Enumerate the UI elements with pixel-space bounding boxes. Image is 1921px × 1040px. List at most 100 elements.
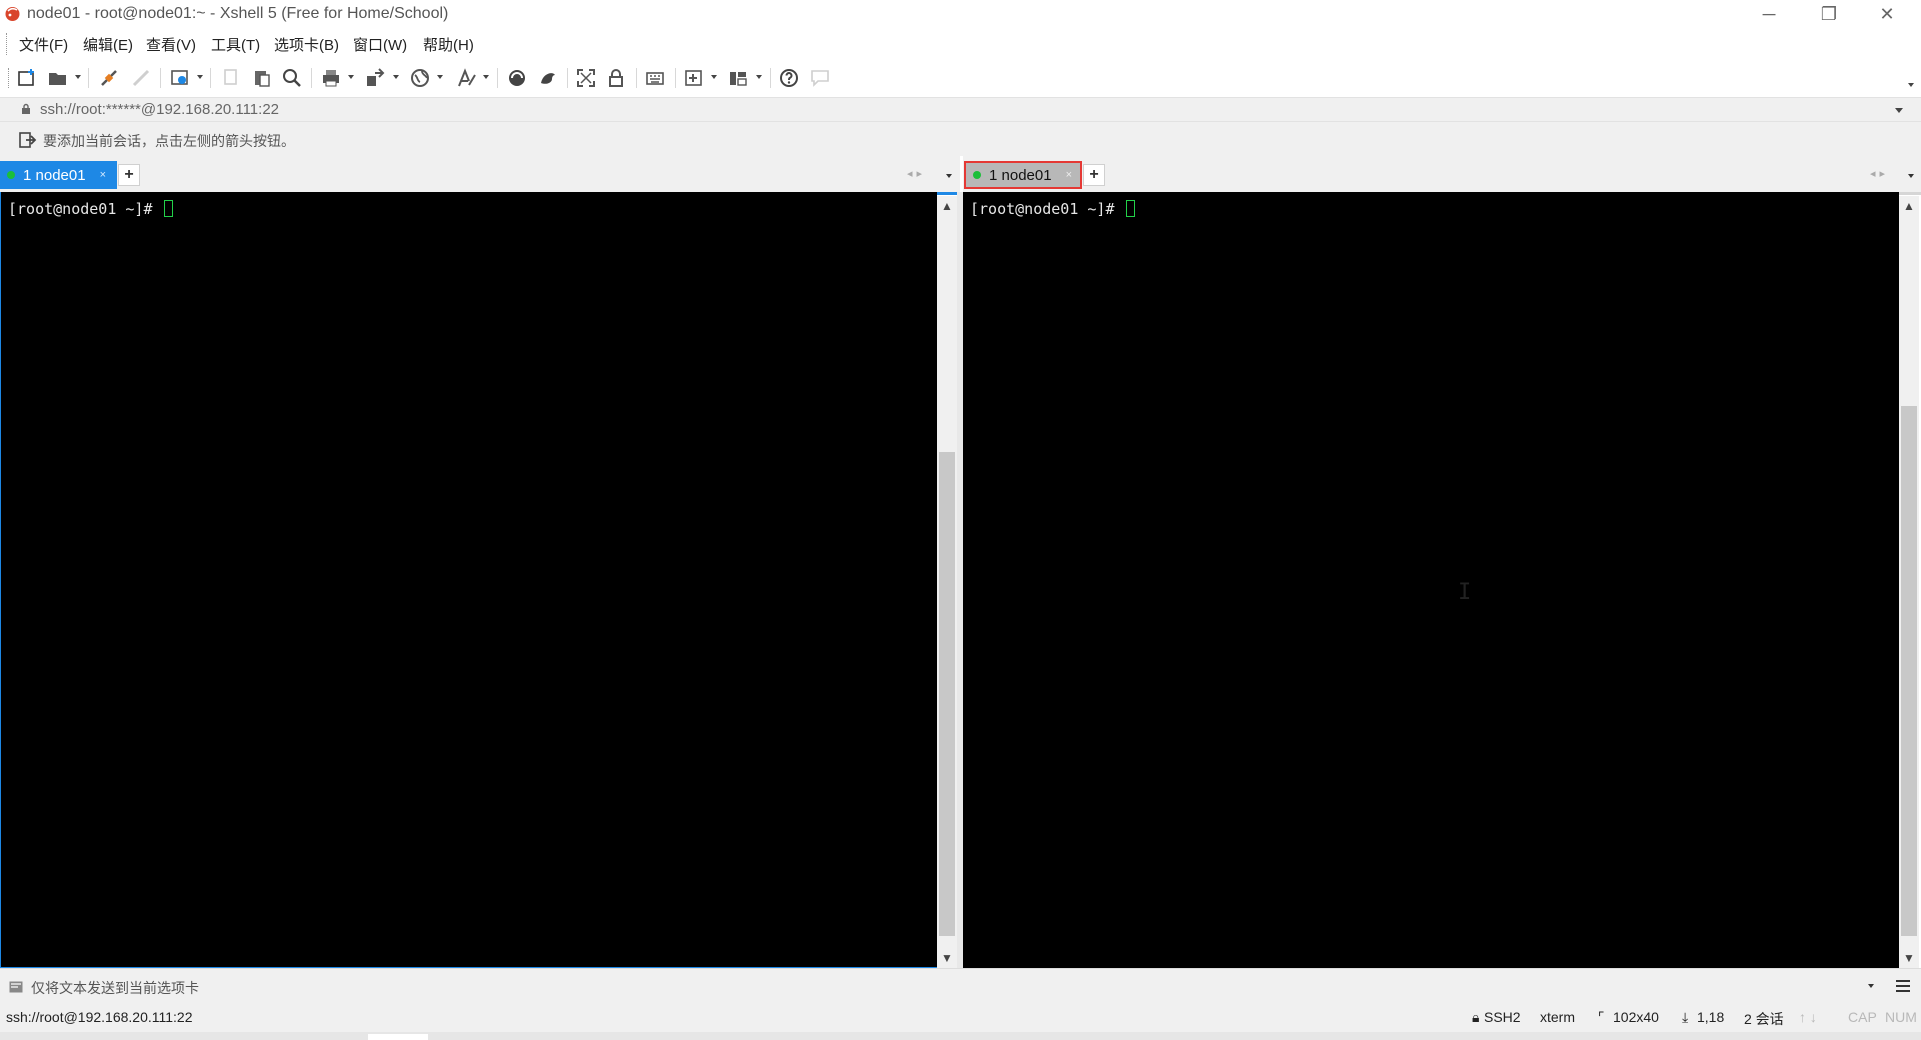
taskbar-item[interactable] <box>368 1034 428 1040</box>
reconnect-button[interactable] <box>96 65 122 91</box>
fullscreen-button[interactable] <box>573 65 599 91</box>
menu-tabs[interactable]: 选项卡(B) <box>274 34 339 55</box>
globe-button[interactable] <box>407 65 433 91</box>
status-size: 102x40 <box>1613 1009 1659 1025</box>
new-tab-button[interactable] <box>681 65 707 91</box>
chat-icon <box>811 70 829 87</box>
copy-button[interactable] <box>218 65 244 91</box>
toolbar-overflow-arrow[interactable] <box>1908 83 1914 87</box>
layout-button[interactable] <box>725 65 751 91</box>
print-icon <box>323 70 339 87</box>
new-session-button[interactable] <box>14 65 40 91</box>
transfer-button[interactable] <box>362 65 388 91</box>
toolbar-separator <box>770 68 771 88</box>
session-bar: 要添加当前会话，点击左侧的箭头按钮。 <box>0 122 1921 156</box>
scroll-thumb[interactable] <box>1901 406 1917 936</box>
globe-dropdown-arrow[interactable] <box>437 75 443 79</box>
disconnect-button[interactable] <box>128 65 154 91</box>
scroll-down-icon[interactable]: ▼ <box>937 948 957 968</box>
font-dropdown-arrow[interactable] <box>483 75 489 79</box>
tab-scroll-arrows[interactable]: ◂▸ <box>1870 167 1889 180</box>
tab-close-icon[interactable]: × <box>100 169 106 181</box>
status-cap: CAP <box>1848 1009 1877 1025</box>
compose-dropdown-arrow[interactable] <box>1868 984 1874 988</box>
address-input[interactable]: ssh://root:******@192.168.20.111:22 <box>40 101 279 118</box>
add-session-arrow-icon[interactable] <box>19 132 37 148</box>
layout-dropdown-arrow[interactable] <box>756 75 762 79</box>
scroll-up-icon[interactable]: ▲ <box>1899 196 1919 216</box>
help-icon <box>780 69 798 87</box>
compose-bar[interactable]: 仅将文本发送到当前选项卡 <box>0 968 1921 1002</box>
tab-left-node01[interactable]: 1 node01 × <box>0 161 117 189</box>
keyboard-button[interactable] <box>642 65 668 91</box>
menu-help[interactable]: 帮助(H) <box>423 34 474 55</box>
shell-prompt: [root@node01 ~]# <box>8 200 162 218</box>
open-folder-icon <box>49 73 66 85</box>
paste-button[interactable] <box>249 65 275 91</box>
scroll-up-icon[interactable]: ▲ <box>937 196 957 216</box>
toolbar-separator <box>636 68 637 88</box>
status-position: 1,18 <box>1697 1009 1725 1025</box>
left-terminal[interactable]: [root@node01 ~]# <box>0 192 937 968</box>
close-window-button[interactable]: ✕ <box>1858 0 1916 29</box>
menu-tools[interactable]: 工具(T) <box>211 34 260 55</box>
status-num: NUM <box>1885 1009 1917 1025</box>
restore-button[interactable]: ❐ <box>1800 0 1858 29</box>
address-dropdown-arrow[interactable] <box>1895 108 1903 113</box>
help-button[interactable] <box>776 65 802 91</box>
transfer-dropdown-arrow[interactable] <box>393 75 399 79</box>
xftp-button[interactable] <box>504 65 530 91</box>
tab-scroll-arrows[interactable]: ◂▸ <box>907 167 926 180</box>
menu-edit[interactable]: 编辑(E) <box>83 34 133 55</box>
menu-icon[interactable] <box>1895 979 1911 993</box>
tab-right-node01[interactable]: 1 node01 × <box>964 161 1082 189</box>
chat-button[interactable] <box>807 65 833 91</box>
address-bar[interactable]: ssh://root:******@192.168.20.111:22 <box>0 97 1921 122</box>
fullscreen-icon <box>577 69 595 87</box>
add-tab-right-button[interactable]: + <box>1083 164 1105 186</box>
transfer-icon <box>367 68 385 86</box>
menu-view[interactable]: 查看(V) <box>146 34 196 55</box>
properties-dropdown-arrow[interactable] <box>197 75 203 79</box>
toolbar-separator <box>160 68 161 88</box>
xmanager-button[interactable] <box>535 65 561 91</box>
properties-button[interactable] <box>167 65 193 91</box>
print-button[interactable] <box>318 65 344 91</box>
status-terminal-type: xterm <box>1540 1009 1575 1025</box>
right-terminal-scrollbar[interactable]: ▲ ▼ <box>1899 196 1919 968</box>
session-status-dot <box>973 171 981 179</box>
right-terminal[interactable]: [root@node01 ~]# <box>963 192 1899 968</box>
find-button[interactable] <box>279 65 305 91</box>
keyboard-icon <box>646 72 664 85</box>
menu-file[interactable]: 文件(F) <box>19 34 68 55</box>
new-tab-icon <box>685 70 702 86</box>
session-status-dot <box>7 171 15 179</box>
new-tab-dropdown-arrow[interactable] <box>711 75 717 79</box>
shell-prompt: [root@node01 ~]# <box>970 200 1124 218</box>
left-terminal-scrollbar[interactable]: ▲ ▼ <box>937 196 957 968</box>
close-icon: ✕ <box>1879 4 1895 24</box>
terminal-cursor <box>1125 200 1135 217</box>
tab-list-dropdown-arrow[interactable] <box>1908 174 1914 178</box>
menu-window[interactable]: 窗口(W) <box>353 34 407 55</box>
tab-close-icon[interactable]: × <box>1066 169 1072 181</box>
toolbar-separator <box>567 68 568 88</box>
minimize-button[interactable]: ─ <box>1740 0 1798 29</box>
scroll-thumb[interactable] <box>939 452 955 936</box>
lock-button[interactable] <box>603 65 629 91</box>
session-bar-hint: 要添加当前会话，点击左侧的箭头按钮。 <box>43 133 295 149</box>
minimize-icon: ─ <box>1762 4 1776 24</box>
font-button[interactable] <box>453 65 479 91</box>
print-dropdown-arrow[interactable] <box>348 75 354 79</box>
open-dropdown-arrow[interactable] <box>75 75 81 79</box>
copy-icon <box>224 69 237 85</box>
properties-icon <box>171 70 188 85</box>
tab-list-dropdown-arrow[interactable] <box>946 174 952 178</box>
xmanager-icon <box>541 73 555 84</box>
scroll-down-icon[interactable]: ▼ <box>1899 948 1919 968</box>
right-terminal-line: [root@node01 ~]# <box>970 200 1135 218</box>
open-session-button[interactable] <box>45 65 71 91</box>
add-tab-left-button[interactable]: + <box>118 164 140 186</box>
find-icon <box>283 69 301 87</box>
compose-hint: 仅将文本发送到当前选项卡 <box>31 980 199 996</box>
